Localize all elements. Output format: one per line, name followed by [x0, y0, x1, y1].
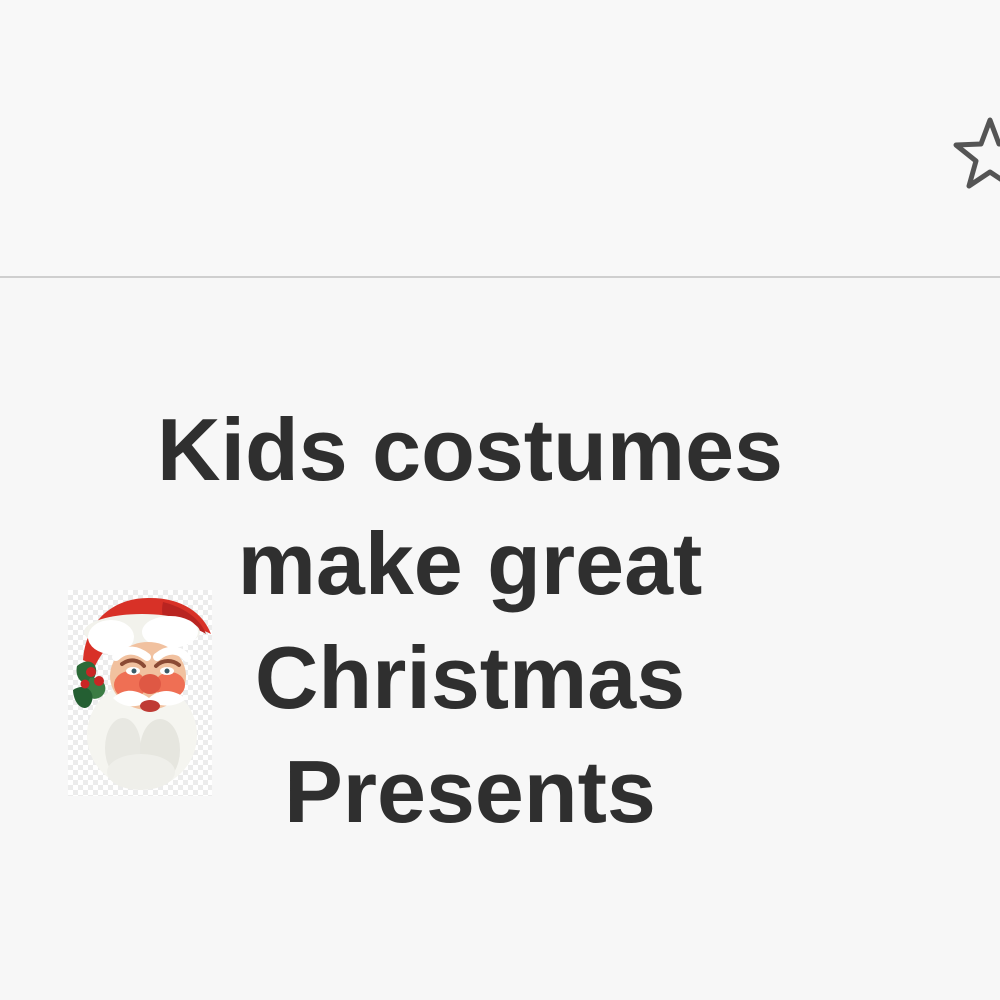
- santa-image: [68, 590, 212, 796]
- favorite-star-button[interactable]: [953, 116, 1000, 190]
- santa-claus-icon: [73, 597, 211, 790]
- star-icon: [953, 117, 1000, 189]
- post-title-line-1: Kids costumes: [157, 400, 783, 499]
- top-app-bar: [0, 0, 1000, 278]
- post-title: Kids costumes make great Christmas Prese…: [120, 393, 820, 849]
- post-title-line-3: Christmas: [254, 628, 686, 727]
- post-title-line-4: Presents: [284, 742, 656, 841]
- post-title-line-2: make great: [237, 514, 703, 613]
